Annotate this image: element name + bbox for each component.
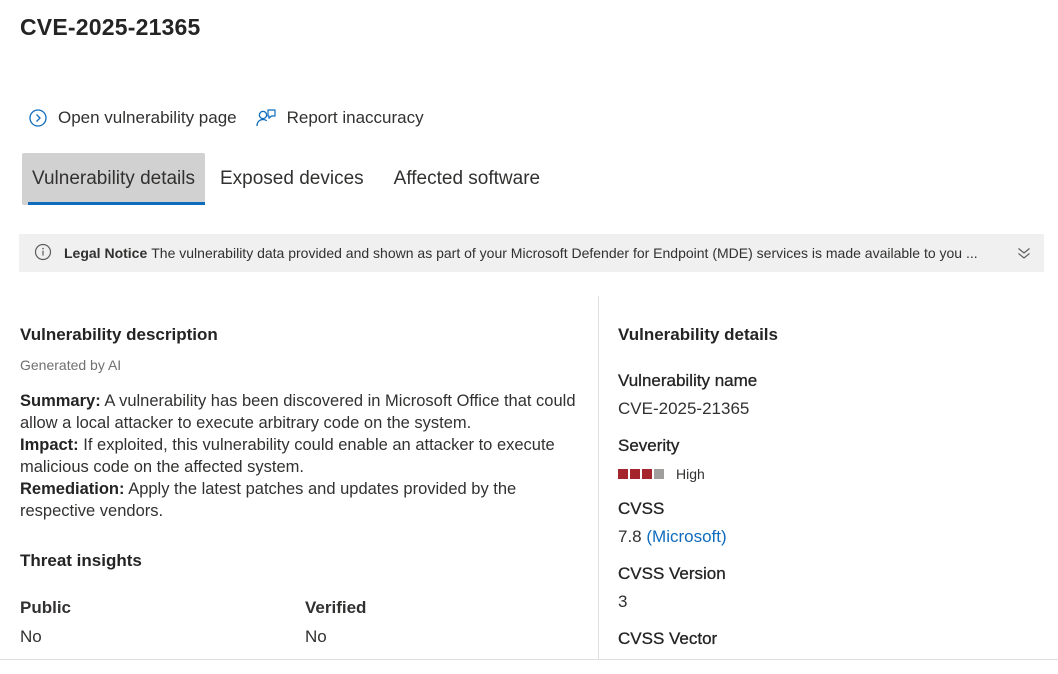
chevron-circle-right-icon: [28, 108, 58, 128]
impact-label: Impact:: [20, 436, 79, 454]
cvss-source-link[interactable]: (Microsoft): [646, 527, 726, 546]
cvss-field: CVSS 7.8 (Microsoft): [618, 499, 1038, 547]
column-divider: [598, 296, 599, 660]
threat-insights-grid: Public No Verified No: [20, 598, 590, 647]
cvss-vector-field: CVSS Vector: [618, 629, 1038, 649]
remediation-label: Remediation:: [20, 480, 125, 498]
summary-text: A vulnerability has been discovered in M…: [20, 392, 576, 432]
report-inaccuracy-button[interactable]: Report inaccuracy: [255, 107, 424, 129]
double-chevron-down-icon[interactable]: [1016, 245, 1032, 264]
info-icon: [34, 243, 52, 264]
cvss-version-label: CVSS Version: [618, 564, 726, 583]
report-inaccuracy-label: Report inaccuracy: [286, 108, 424, 127]
severity-bar: [642, 469, 652, 479]
legal-notice-banner[interactable]: Legal Notice The vulnerability data prov…: [19, 234, 1044, 272]
tab-bar: Vulnerability details Exposed devices Af…: [22, 153, 555, 205]
tab-affected-software[interactable]: Affected software: [379, 153, 555, 205]
summary-paragraph: Summary: A vulnerability has been discov…: [20, 390, 590, 434]
public-label: Public: [20, 598, 72, 617]
cvss-version-value: 3: [618, 592, 628, 611]
public-field: Public No: [20, 598, 305, 647]
vulnerability-name-field: Vulnerability name CVE-2025-21365: [618, 371, 1038, 419]
severity-field: Severity High: [618, 436, 1038, 482]
vulnerability-name-value: CVE-2025-21365: [618, 399, 750, 418]
legal-notice-title: Legal Notice: [64, 245, 148, 261]
verified-value: No: [305, 627, 327, 646]
verified-label: Verified: [305, 598, 367, 617]
verified-field: Verified No: [305, 598, 590, 647]
details-panel: Vulnerability details Vulnerability name…: [618, 325, 1038, 666]
cvss-score: 7.8: [618, 527, 642, 546]
impact-paragraph: Impact: If exploited, this vulnerability…: [20, 434, 590, 478]
threat-insights-heading: Threat insights: [20, 551, 142, 570]
cvss-label: CVSS: [618, 499, 665, 518]
person-feedback-icon: [255, 107, 287, 129]
severity-indicator: High: [618, 466, 1038, 482]
public-value: No: [20, 627, 42, 646]
impact-text: If exploited, this vulnerability could e…: [20, 436, 555, 476]
vulnerability-details-heading: Vulnerability details: [618, 325, 778, 344]
vulnerability-name-label: Vulnerability name: [618, 371, 758, 390]
action-bar: Open vulnerability page Report inaccurac…: [28, 107, 442, 129]
description-body: Summary: A vulnerability has been discov…: [20, 390, 590, 522]
tab-vulnerability-details[interactable]: Vulnerability details: [22, 153, 205, 205]
severity-bars: [618, 469, 666, 479]
severity-value: High: [676, 466, 705, 482]
cvss-version-field: CVSS Version 3: [618, 564, 1038, 612]
severity-bar: [630, 469, 640, 479]
remediation-paragraph: Remediation: Apply the latest patches an…: [20, 478, 590, 522]
tab-exposed-devices[interactable]: Exposed devices: [205, 153, 379, 205]
severity-bar: [618, 469, 628, 479]
severity-bar: [654, 469, 664, 479]
summary-label: Summary:: [20, 392, 101, 410]
open-vulnerability-page-button[interactable]: Open vulnerability page: [28, 108, 237, 128]
vulnerability-description-heading: Vulnerability description: [20, 325, 218, 344]
description-panel: Vulnerability description Generated by A…: [20, 325, 590, 647]
open-vulnerability-page-label: Open vulnerability page: [58, 108, 237, 127]
legal-notice-text: The vulnerability data provided and show…: [151, 245, 978, 261]
cvss-vector-label: CVSS Vector: [618, 629, 718, 648]
severity-label: Severity: [618, 436, 680, 455]
page-title: CVE-2025-21365: [20, 14, 201, 40]
generated-by-ai-note: Generated by AI: [20, 357, 122, 373]
cvss-value-row: 7.8 (Microsoft): [618, 527, 1038, 547]
